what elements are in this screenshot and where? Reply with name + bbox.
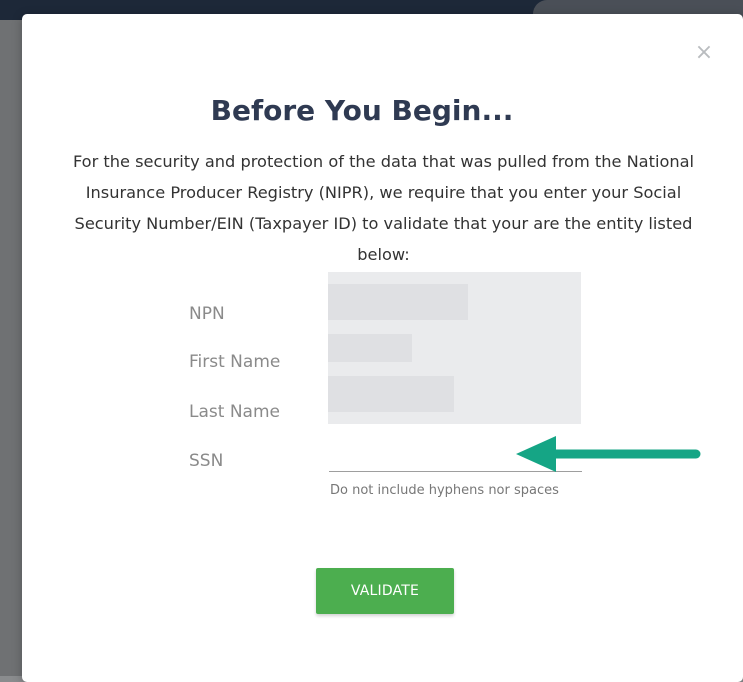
last-name-label: Last Name: [189, 402, 280, 422]
first-name-label: First Name: [189, 352, 281, 372]
before-you-begin-modal: × Before You Begin... For the security a…: [22, 14, 743, 682]
redacted-entity-values: [328, 272, 581, 424]
validate-button[interactable]: VALIDATE: [316, 568, 454, 614]
ssn-label: SSN: [189, 451, 224, 471]
redacted-first-name-value: [328, 334, 412, 362]
modal-description: For the security and protection of the d…: [72, 152, 695, 264]
npn-label: NPN: [189, 304, 225, 324]
ssn-hint: Do not include hyphens nor spaces: [330, 483, 559, 498]
modal-title: Before You Begin...: [210, 94, 514, 127]
redacted-npn-value: [328, 284, 468, 320]
arrow-left-icon: [516, 436, 701, 472]
close-icon[interactable]: ×: [693, 42, 715, 64]
redacted-last-name-value: [328, 376, 454, 412]
